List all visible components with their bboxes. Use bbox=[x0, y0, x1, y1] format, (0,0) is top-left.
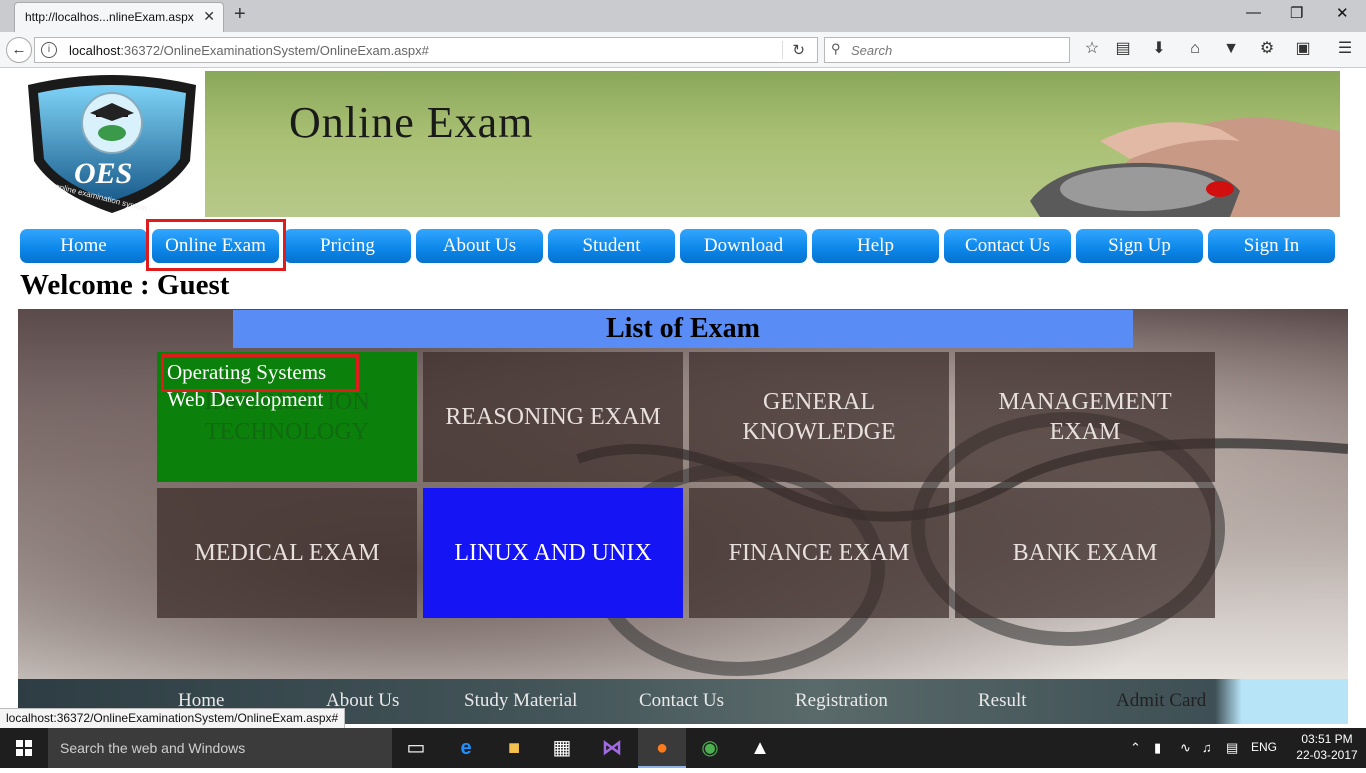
windows-start-icon[interactable] bbox=[0, 728, 48, 768]
search-bar[interactable]: ⚲ Search bbox=[824, 37, 1070, 63]
minimize-icon[interactable]: — bbox=[1246, 4, 1261, 21]
tab-close-icon[interactable]: ✕ bbox=[203, 8, 215, 25]
window-close-icon[interactable]: ✕ bbox=[1336, 4, 1349, 22]
footer-link-study-material[interactable]: Study Material bbox=[464, 690, 577, 712]
hamburger-menu-icon[interactable]: ☰ bbox=[1336, 40, 1354, 58]
battery-icon[interactable]: ▮ bbox=[1154, 740, 1161, 756]
status-bar-url: localhost:36372/OnlineExaminationSystem/… bbox=[0, 708, 346, 728]
info-icon[interactable]: i bbox=[41, 42, 57, 58]
menu-student[interactable]: Student bbox=[548, 229, 675, 263]
taskbar-clock[interactable]: 03:51 PM 22-03-2017 bbox=[1292, 731, 1362, 763]
url-text: localhost:36372/OnlineExaminationSystem/… bbox=[69, 43, 429, 58]
clock-time: 03:51 PM bbox=[1301, 732, 1353, 746]
firefox-icon[interactable]: ● bbox=[638, 728, 686, 768]
chrome-icon[interactable]: ◉ bbox=[686, 728, 734, 768]
extension-icon[interactable]: ⚙ bbox=[1258, 40, 1276, 58]
exam-card-medical[interactable]: MEDICAL EXAM bbox=[157, 488, 417, 618]
store-icon[interactable]: ▦ bbox=[538, 728, 586, 768]
wifi-icon[interactable]: ∿ bbox=[1180, 740, 1191, 756]
restore-icon[interactable]: ❐ bbox=[1290, 4, 1303, 22]
reading-list-icon[interactable]: ▤ bbox=[1114, 40, 1132, 58]
footer-link-result[interactable]: Result bbox=[978, 690, 1027, 712]
taskbar-search-text: Search the web and Windows bbox=[60, 740, 246, 756]
url-divider bbox=[782, 41, 783, 59]
home-icon[interactable]: ⌂ bbox=[1186, 40, 1204, 58]
pocket-icon[interactable]: ▼ bbox=[1222, 40, 1240, 58]
banner-title: Online Exam bbox=[289, 98, 534, 147]
task-view-icon[interactable]: ▭ bbox=[392, 728, 440, 768]
exam-card-general-knowledge[interactable]: GENERAL KNOWLEDGE bbox=[689, 352, 949, 482]
exam-card-finance[interactable]: FINANCE EXAM bbox=[689, 488, 949, 618]
exam-card-bank[interactable]: BANK EXAM bbox=[955, 488, 1215, 618]
site-banner: Online Exam bbox=[205, 71, 1340, 217]
tab-title: http://localhos...nlineExam.aspx bbox=[25, 10, 194, 24]
logo-text: OES bbox=[74, 157, 133, 190]
highlight-box-operating-systems bbox=[161, 354, 359, 392]
menu-contact-us[interactable]: Contact Us bbox=[944, 229, 1071, 263]
menu-home[interactable]: Home bbox=[20, 229, 147, 263]
exam-card-linux-unix[interactable]: LINUX AND UNIX bbox=[423, 488, 683, 618]
photos-icon[interactable]: ▲ bbox=[736, 728, 784, 768]
exam-card-management[interactable]: MANAGEMENT EXAM bbox=[955, 352, 1215, 482]
menu-download[interactable]: Download bbox=[680, 229, 807, 263]
menu-help[interactable]: Help bbox=[812, 229, 939, 263]
visual-studio-icon[interactable]: ⋈ bbox=[588, 728, 636, 768]
search-placeholder: Search bbox=[851, 43, 893, 58]
volume-icon[interactable]: ♫ bbox=[1202, 740, 1212, 755]
new-tab-button[interactable]: + bbox=[234, 3, 246, 26]
oes-logo: OES online examination system bbox=[20, 71, 204, 217]
menu-sign-in[interactable]: Sign In bbox=[1208, 229, 1335, 263]
file-explorer-icon[interactable]: ■ bbox=[490, 728, 538, 768]
tray-chevron-up-icon[interactable]: ⌃ bbox=[1130, 740, 1141, 756]
shopping-bag-icon[interactable]: ▣ bbox=[1294, 40, 1312, 58]
edge-browser-icon[interactable]: e bbox=[442, 728, 490, 768]
menu-sign-up[interactable]: Sign Up bbox=[1076, 229, 1203, 263]
welcome-heading: Welcome : Guest bbox=[20, 269, 230, 301]
search-icon: ⚲ bbox=[831, 41, 841, 56]
back-icon[interactable]: ← bbox=[6, 37, 32, 63]
menu-about-us[interactable]: About Us bbox=[416, 229, 543, 263]
exam-card-reasoning[interactable]: REASONING EXAM bbox=[423, 352, 683, 482]
language-indicator[interactable]: ENG bbox=[1251, 740, 1277, 754]
reload-icon[interactable]: ↻ bbox=[792, 41, 805, 59]
mouse-hand-image bbox=[1030, 117, 1340, 217]
highlight-box-online-exam bbox=[146, 219, 286, 271]
list-of-exam-header: List of Exam bbox=[233, 310, 1133, 348]
bookmark-star-icon[interactable]: ☆ bbox=[1083, 40, 1101, 58]
footer-link-admit-card[interactable]: Admit Card bbox=[1116, 690, 1206, 712]
action-center-icon[interactable]: ▤ bbox=[1226, 740, 1238, 756]
menu-pricing[interactable]: Pricing bbox=[284, 229, 411, 263]
footer-link-contact-us[interactable]: Contact Us bbox=[639, 690, 724, 712]
browser-tab[interactable]: http://localhos...nlineExam.aspx ✕ bbox=[14, 2, 224, 32]
clock-date: 22-03-2017 bbox=[1296, 748, 1358, 762]
download-icon[interactable]: ⬇ bbox=[1150, 40, 1168, 58]
url-bar[interactable]: i localhost:36372/OnlineExaminationSyste… bbox=[34, 37, 818, 63]
taskbar-search-box[interactable]: Search the web and Windows bbox=[48, 728, 392, 768]
footer-link-registration[interactable]: Registration bbox=[795, 690, 888, 712]
